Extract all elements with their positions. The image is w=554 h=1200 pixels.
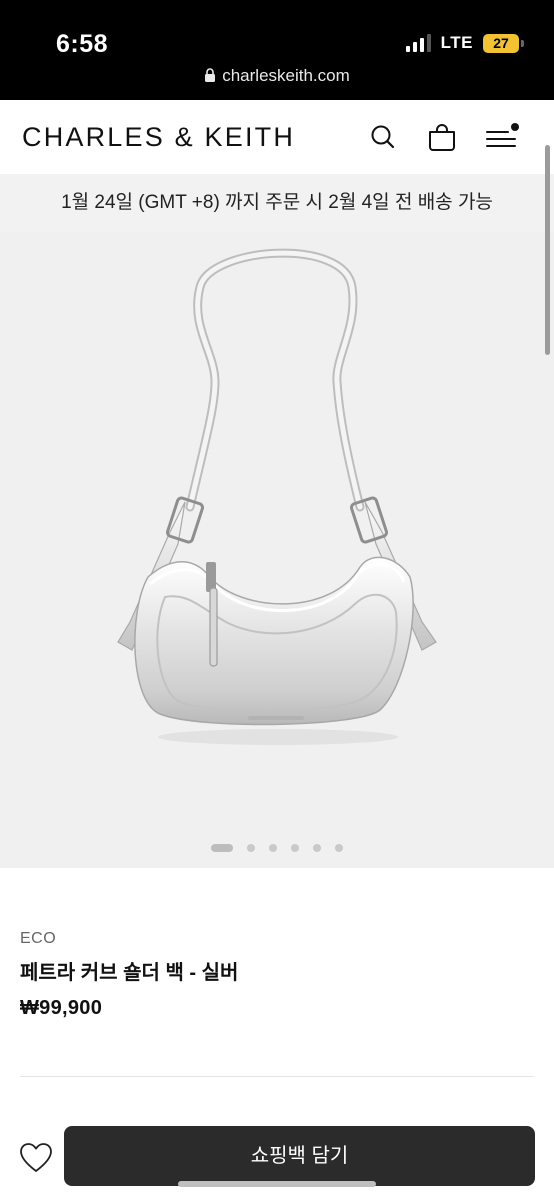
brand-logo[interactable]: CHARLES & KEITH — [22, 122, 295, 153]
product-price: ₩99,900 — [20, 997, 103, 1019]
pagination-dot[interactable] — [313, 844, 321, 852]
battery-icon: 27 — [483, 33, 524, 53]
battery-level: 27 — [483, 33, 519, 53]
gallery-pagination — [0, 844, 554, 852]
product-tag: ECO — [20, 930, 57, 947]
pagination-dot[interactable] — [247, 844, 255, 852]
product-info: ECO 페트라 커브 숄더 백 - 실버 ₩99,900 — [20, 930, 534, 1020]
menu-icon[interactable] — [484, 120, 519, 154]
page-scrollbar[interactable] — [545, 145, 550, 355]
url-bar[interactable]: charleskeith.com — [0, 66, 554, 86]
shopping-bag-icon[interactable] — [425, 120, 459, 154]
delivery-banner: 1월 24일 (GMT +8) 까지 주문 시 2월 4일 전 배송 가능 — [0, 174, 554, 232]
pagination-dot[interactable] — [291, 844, 299, 852]
signal-icon — [405, 34, 431, 52]
heart-icon[interactable] — [18, 1140, 54, 1176]
status-bar: 6:58 LTE 27 charleskeith.com — [0, 0, 554, 100]
product-gallery[interactable] — [0, 232, 554, 868]
status-time: 6:58 — [56, 30, 109, 58]
site-header: CHARLES & KEITH — [0, 100, 554, 174]
search-icon[interactable] — [366, 120, 400, 154]
status-indicators: LTE 27 — [405, 33, 524, 53]
add-to-bag-button[interactable]: 쇼핑백 담기 — [64, 1126, 535, 1186]
pagination-dot[interactable] — [269, 844, 277, 852]
product-name: 페트라 커브 숄더 백 - 실버 — [20, 962, 239, 984]
url-text: charleskeith.com — [222, 66, 350, 85]
pagination-dot[interactable] — [335, 844, 343, 852]
divider — [20, 1076, 534, 1077]
pagination-dot[interactable] — [211, 844, 233, 852]
network-type: LTE — [440, 33, 473, 52]
home-indicator — [178, 1181, 376, 1187]
product-image — [117, 248, 437, 745]
lock-icon — [204, 68, 216, 82]
